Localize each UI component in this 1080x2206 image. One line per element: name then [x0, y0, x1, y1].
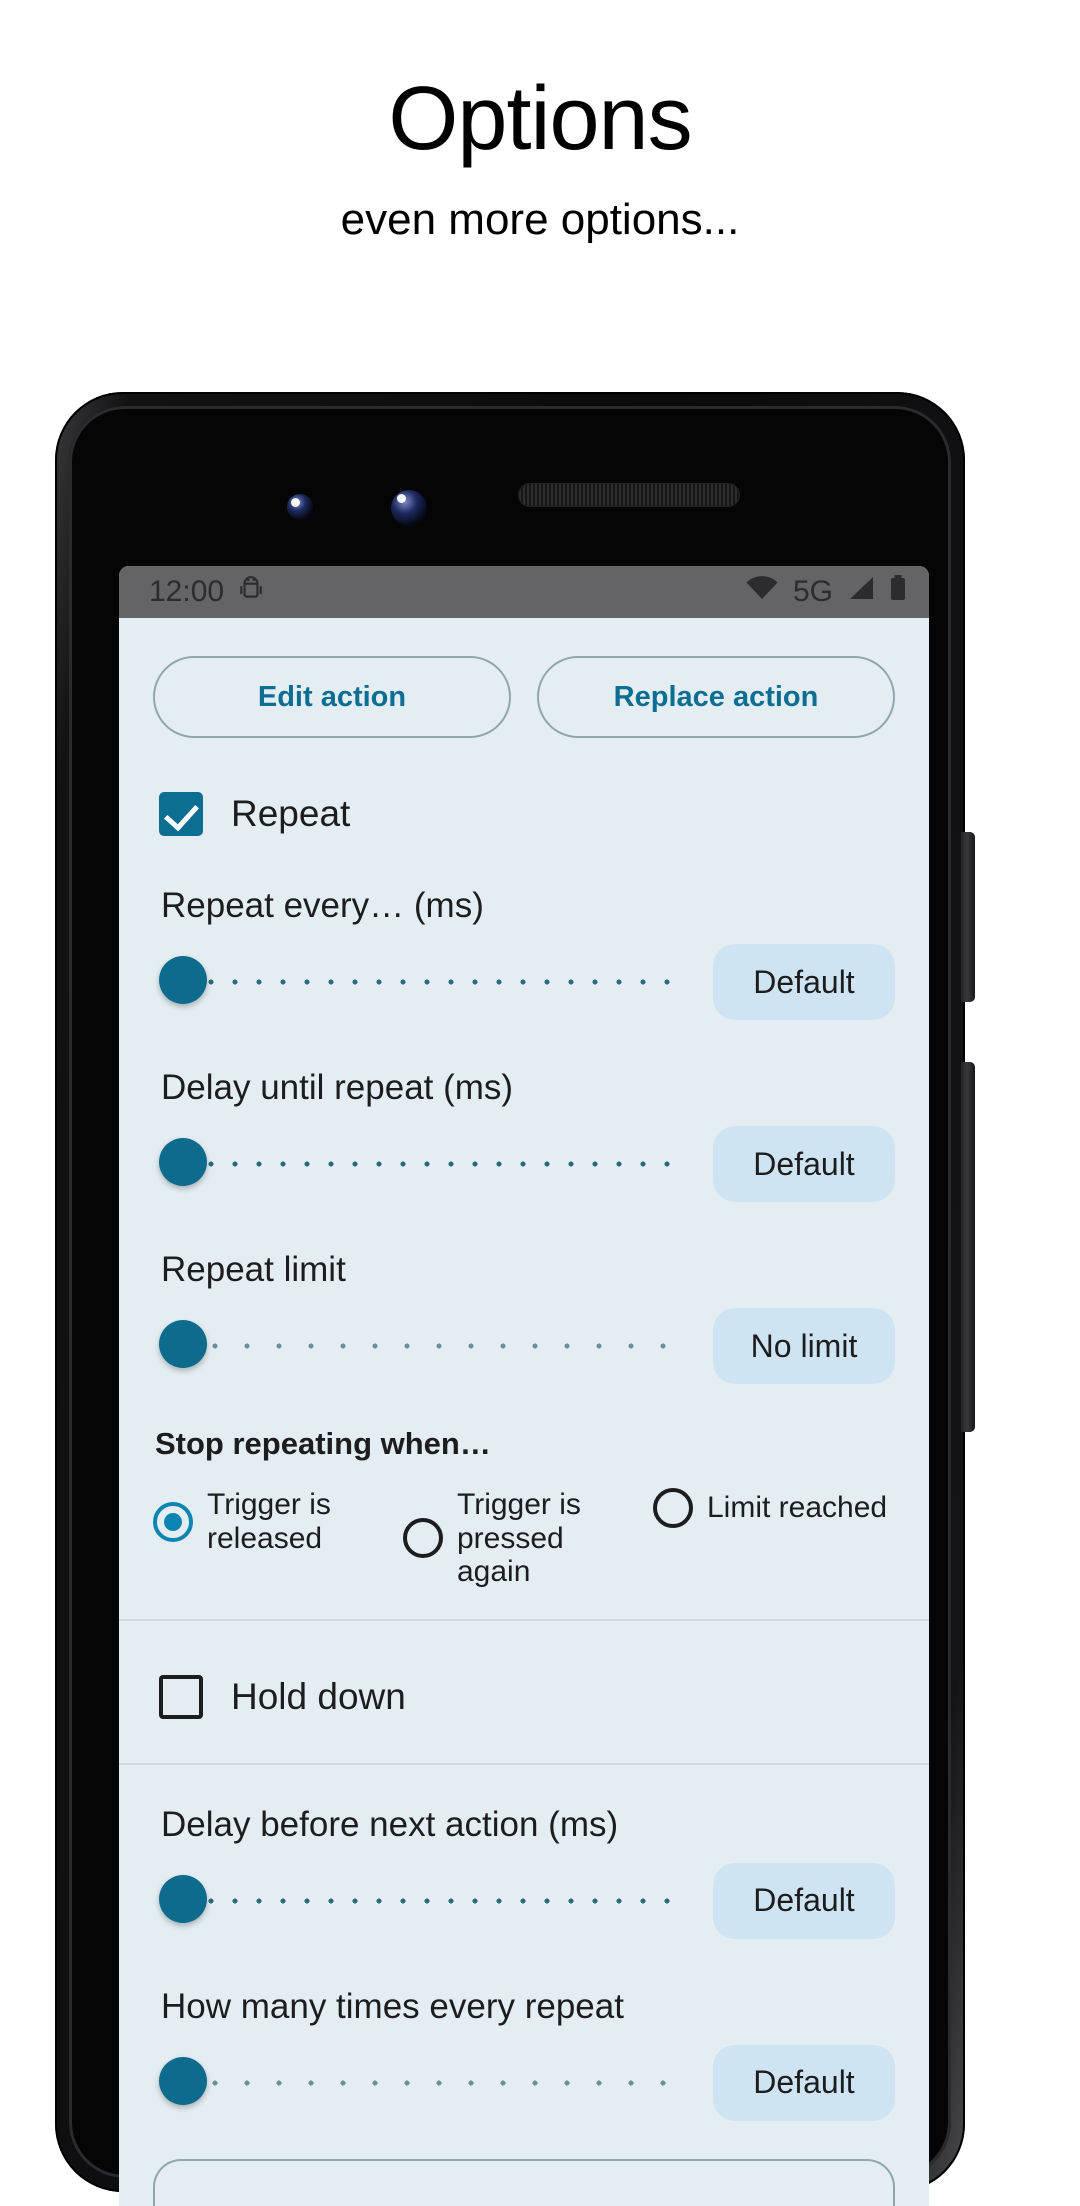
slider-track	[199, 1161, 685, 1167]
how-many-times-value-chip[interactable]: Default	[713, 2044, 895, 2121]
slider-track	[199, 2079, 685, 2086]
power-button[interactable]	[961, 832, 975, 1002]
how-many-times-label: How many times every repeat	[161, 1986, 624, 2026]
repeat-limit-value-chip[interactable]: No limit	[713, 1308, 895, 1384]
delay-before-next-action-slider[interactable]	[153, 1873, 695, 1929]
camera-glint-b	[397, 494, 406, 503]
delay-until-repeat-value-chip[interactable]: Default	[713, 1126, 895, 1202]
radio-label: Trigger is released	[207, 1488, 331, 1555]
page-title: Options	[388, 69, 692, 169]
phone-body: 12:00 5G Edit action Replace action Repe…	[55, 392, 975, 2206]
slider-thumb[interactable]	[159, 1874, 207, 1923]
slider-track	[199, 979, 685, 985]
radio-icon[interactable]	[153, 1501, 193, 1542]
radio-label: Trigger is pressed again	[457, 1488, 581, 1589]
phone-bezel: 12:00 5G Edit action Replace action Repe…	[69, 406, 951, 2206]
delay-before-next-action-label: Delay before next action (ms)	[161, 1804, 619, 1844]
stop-repeating-heading: Stop repeating when…	[155, 1426, 491, 1461]
slider-thumb[interactable]	[159, 1138, 207, 1186]
delay-before-next-action-row: Default	[153, 1845, 895, 1947]
repeat-every-slider[interactable]	[153, 954, 695, 1010]
hold-down-section: Hold down	[119, 1621, 929, 1763]
repeat-every-label: Repeat every… (ms)	[161, 886, 484, 925]
front-camera-secondary-icon	[287, 494, 313, 520]
radio-label: Limit reached	[707, 1491, 888, 1525]
earpiece-speaker-icon	[519, 484, 739, 506]
phone-mockup: 12:00 5G Edit action Replace action Repe…	[55, 392, 1025, 2206]
delay-until-repeat-label: Delay until repeat (ms)	[161, 1068, 514, 1107]
edit-action-button[interactable]: Edit action	[153, 656, 511, 738]
repeat-checkbox[interactable]	[159, 792, 203, 836]
slider-thumb[interactable]	[159, 956, 207, 1004]
stop-repeating-radio-group: Trigger is released Trigger is pressed a…	[153, 1462, 895, 1619]
repeat-every-row: Default	[153, 926, 895, 1028]
repeat-every-value-chip[interactable]: Default	[713, 944, 895, 1020]
radio-icon[interactable]	[653, 1488, 693, 1528]
how-many-times-row: Default	[153, 2027, 895, 2129]
delay-before-next-action-value-chip[interactable]: Default	[713, 1862, 895, 1939]
radio-option-trigger-pressed-again[interactable]: Trigger is pressed again	[403, 1488, 645, 1589]
battery-icon	[889, 574, 907, 610]
front-camera-primary-icon	[391, 490, 427, 526]
radio-option-trigger-released[interactable]: Trigger is released	[153, 1488, 395, 1555]
how-many-times-slider[interactable]	[153, 2055, 695, 2111]
camera-glint-a	[291, 498, 300, 507]
volume-rocker-button[interactable]	[961, 1062, 975, 1432]
radio-icon[interactable]	[403, 1518, 443, 1559]
delay-until-repeat-slider[interactable]	[153, 1136, 695, 1192]
slider-track	[199, 1897, 685, 1904]
wifi-icon	[745, 575, 779, 609]
repeat-limit-label: Repeat limit	[161, 1250, 346, 1289]
hold-down-checkbox[interactable]	[159, 1674, 203, 1719]
delay-until-repeat-row: Default	[153, 1108, 895, 1210]
repeat-limit-row: No limit	[153, 1290, 895, 1392]
status-time: 12:00	[149, 575, 225, 608]
repeat-checkbox-label: Repeat	[231, 793, 351, 834]
partial-card-below-fold[interactable]	[153, 2158, 895, 2206]
action-button-row: Edit action Replace action	[119, 618, 929, 738]
hold-down-checkbox-row[interactable]: Hold down	[153, 1621, 895, 1729]
repeat-section: Repeat Repeat every… (ms) Default Delay …	[119, 738, 929, 1619]
app-content: Edit action Replace action Repeat Repeat…	[119, 618, 929, 2206]
cellular-signal-icon	[847, 575, 875, 609]
slider-track	[199, 1343, 685, 1349]
hold-down-checkbox-label: Hold down	[231, 1675, 406, 1717]
network-type-label: 5G	[792, 575, 833, 608]
android-icon	[238, 574, 264, 610]
page-subtitle: even more options...	[340, 194, 740, 244]
slider-thumb[interactable]	[159, 1320, 207, 1368]
slider-thumb[interactable]	[159, 2056, 207, 2105]
replace-action-button[interactable]: Replace action	[537, 656, 895, 738]
phone-screen: 12:00 5G Edit action Replace action Repe…	[119, 566, 929, 2206]
promo-header: Options even more options...	[0, 0, 1080, 245]
status-bar: 12:00 5G	[119, 566, 929, 618]
next-action-section: Delay before next action (ms) Default Ho…	[119, 1765, 929, 2129]
repeat-checkbox-row[interactable]: Repeat	[153, 738, 895, 846]
radio-option-limit-reached[interactable]: Limit reached	[653, 1488, 895, 1528]
repeat-limit-slider[interactable]	[153, 1318, 695, 1374]
